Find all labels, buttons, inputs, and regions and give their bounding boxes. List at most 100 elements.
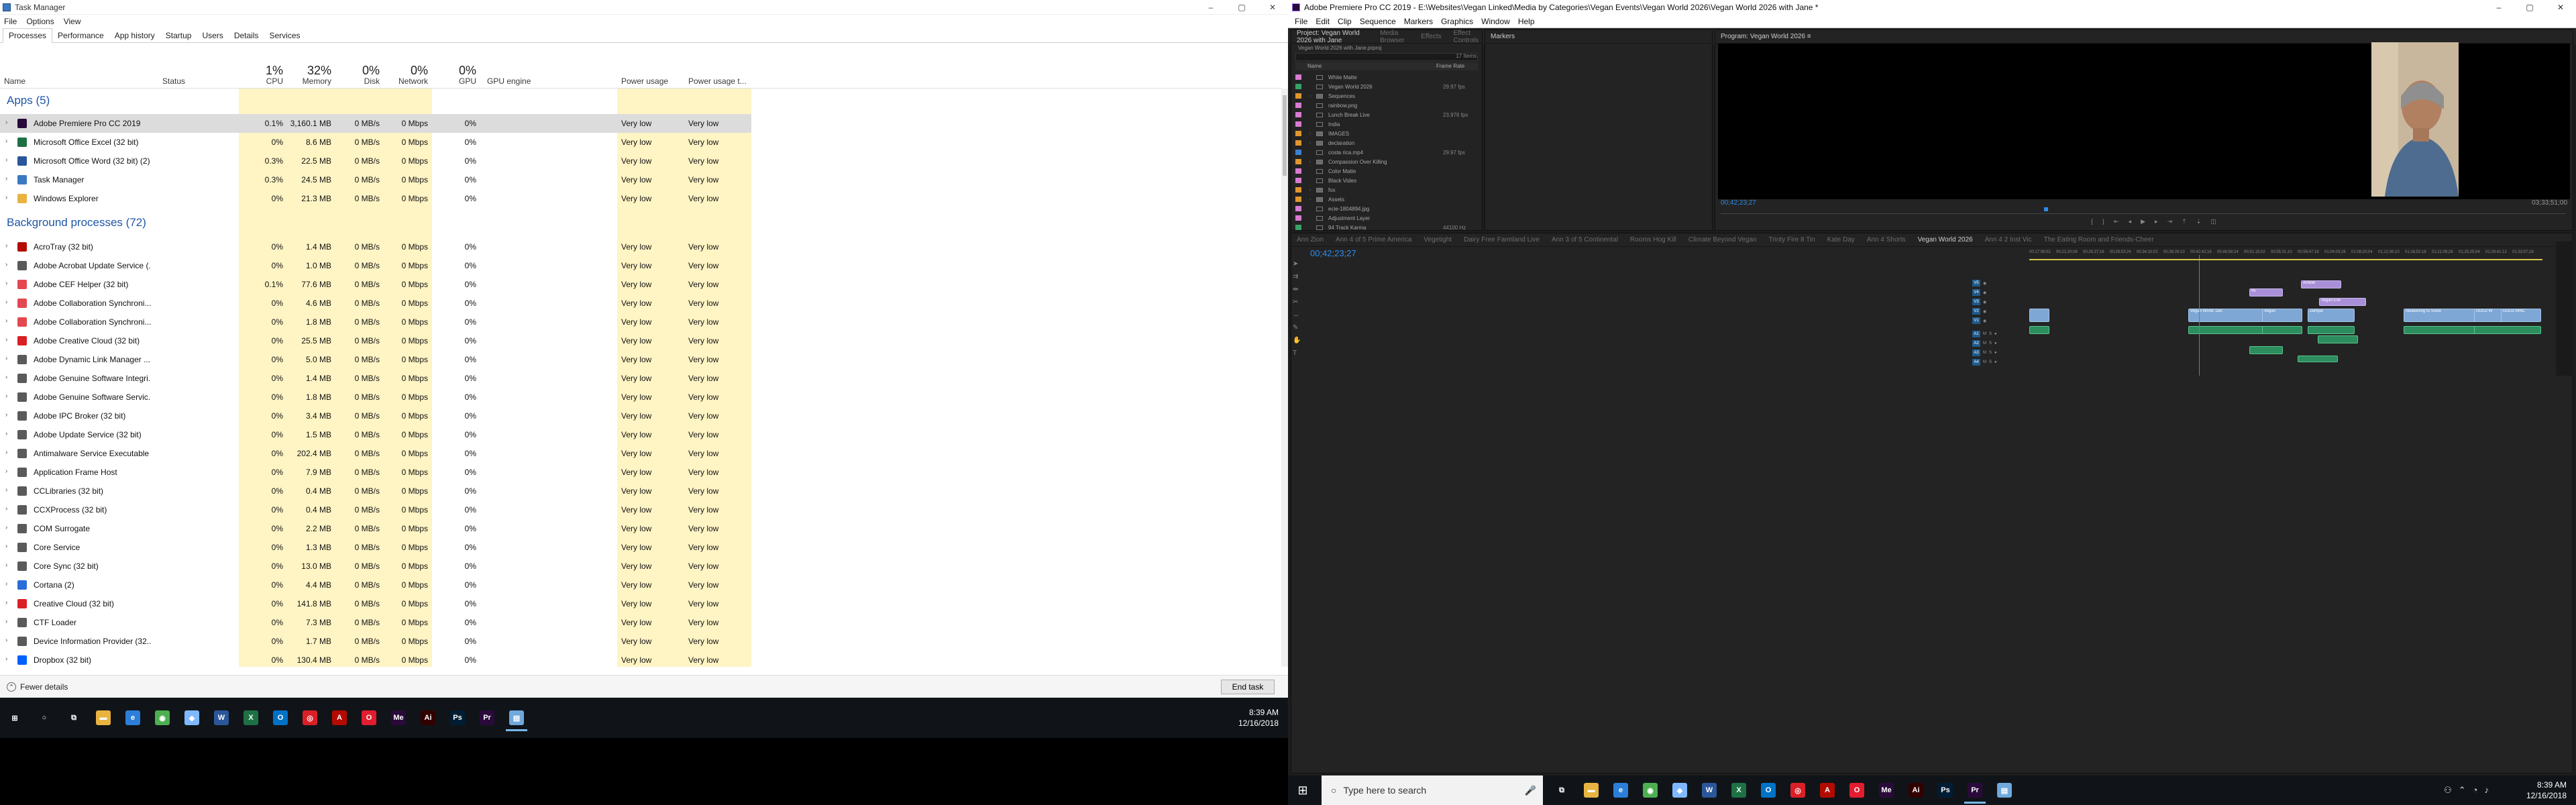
- mark-in-icon[interactable]: {: [2091, 218, 2093, 225]
- tab-app-history[interactable]: App history: [109, 29, 160, 42]
- tab-startup[interactable]: Startup: [160, 29, 197, 42]
- video-track-header[interactable]: V1 ◉: [1972, 317, 2026, 325]
- expand-chevron-icon[interactable]: ›: [5, 242, 7, 250]
- expand-chevron-icon[interactable]: ›: [5, 261, 7, 268]
- process-row[interactable]: › Adobe Genuine Software Integri... 0% 1.4 …: [0, 369, 751, 388]
- step-back-icon[interactable]: ◂: [2129, 218, 2132, 225]
- project-item[interactable]: India: [1295, 120, 1482, 128]
- process-row[interactable]: › Creative Cloud (32 bit) 0% 141.8 MB 0 MB/s…: [0, 594, 751, 613]
- project-tab[interactable]: Effect Controls: [1454, 30, 1482, 44]
- expand-chevron-icon[interactable]: ›: [5, 524, 7, 531]
- store-taskbar-button[interactable]: ◆: [177, 704, 207, 731]
- process-row[interactable]: › Adobe Collaboration Synchroni... 0% 1.8 M…: [0, 313, 751, 331]
- tab-services[interactable]: Services: [264, 29, 306, 42]
- expand-chevron-icon[interactable]: ›: [5, 543, 7, 550]
- tray-volume-icon[interactable]: ♪: [2485, 785, 2489, 796]
- timeline-clip[interactable]: Vegan Eve: [2319, 298, 2366, 306]
- tray-network-icon[interactable]: ◔: [2473, 785, 2478, 796]
- menu-window[interactable]: Window: [1481, 17, 1510, 26]
- expand-chevron-icon[interactable]: ›: [5, 430, 7, 437]
- step-forward-icon[interactable]: ▸: [2155, 218, 2158, 225]
- minimize-button[interactable]: –: [1195, 0, 1226, 15]
- process-row[interactable]: › CCLibraries (32 bit) 0% 0.4 MB 0 MB/s 0 Mbp…: [0, 482, 751, 500]
- process-row[interactable]: › Adobe Genuine Software Servic... 0% 1.8 M…: [0, 388, 751, 407]
- audio-clip[interactable]: [2262, 326, 2302, 334]
- sequence-tab[interactable]: Vegetight: [1424, 236, 1452, 244]
- column-memory[interactable]: 32% Memory: [287, 62, 335, 89]
- menu-graphics[interactable]: Graphics: [1441, 17, 1473, 26]
- expand-chevron-icon[interactable]: ›: [5, 561, 7, 569]
- pen-tool-icon[interactable]: ✎: [1293, 324, 1303, 331]
- microphone-icon[interactable]: ●: [1994, 332, 1997, 336]
- process-list-scrollbar[interactable]: [1281, 89, 1288, 667]
- audio-track-header[interactable]: A4 M S ●: [1972, 358, 2026, 366]
- video-track-header[interactable]: V5 ◉: [1972, 279, 2026, 287]
- sequence-tab[interactable]: Ann 3 of 5 Continental: [1552, 236, 1618, 244]
- project-item[interactable]: Lunch Break Live 23.976 fps: [1295, 111, 1482, 119]
- project-item[interactable]: 94 Track Karma 44100 Hz: [1295, 223, 1482, 231]
- column-disk[interactable]: 0% Disk: [335, 62, 384, 89]
- photoshop-taskbar-button[interactable]: Ps: [443, 704, 472, 731]
- expand-chevron-icon[interactable]: ›: [5, 580, 7, 588]
- expand-chevron-icon[interactable]: ›: [5, 156, 7, 164]
- go-to-in-icon[interactable]: ⇤: [2114, 218, 2119, 225]
- expand-chevron-icon[interactable]: ›: [5, 336, 7, 343]
- excel-taskbar-button[interactable]: X: [236, 704, 266, 731]
- media-encoder-taskbar-button[interactable]: Me: [1872, 777, 1901, 804]
- solo-icon[interactable]: S: [1989, 341, 1992, 345]
- acrobat-taskbar-button[interactable]: A: [325, 704, 354, 731]
- track-select-icon[interactable]: ⇉: [1293, 273, 1303, 280]
- process-row[interactable]: › Adobe Collaboration Synchroni... 0% 4.6 M…: [0, 294, 751, 313]
- sequence-timecode[interactable]: 00;42;23;27: [1310, 248, 1356, 258]
- creative-cloud-taskbar-button[interactable]: ◎: [295, 704, 325, 731]
- hand-tool-icon[interactable]: ✋: [1293, 337, 1303, 344]
- column-gpu[interactable]: 0% GPU: [432, 62, 480, 89]
- fewer-details-button[interactable]: ⌃ Fewer details: [7, 682, 68, 692]
- process-row[interactable]: › Cortana (2) 0% 4.4 MB 0 MB/s 0 Mbps 0% Very l…: [0, 576, 751, 594]
- eye-icon[interactable]: ◉: [1983, 309, 1986, 314]
- audio-clip[interactable]: [2029, 326, 2049, 334]
- eye-icon[interactable]: ◉: [1983, 319, 1986, 323]
- video-track-header[interactable]: V2 ◉: [1972, 307, 2026, 315]
- process-row[interactable]: › Dropbox (32 bit) 0% 130.4 MB 0 MB/s 0 Mbps 0…: [0, 651, 751, 667]
- project-search-input[interactable]: [1295, 53, 1478, 61]
- eye-icon[interactable]: ◉: [1983, 290, 1986, 295]
- audio-clip[interactable]: [2474, 326, 2541, 334]
- expand-chevron-icon[interactable]: ›: [5, 599, 7, 606]
- right-taskbar-clock[interactable]: 8:39 AM 12/16/2018: [2526, 780, 2567, 801]
- timeline-clip[interactable]: Zentyal: [2308, 309, 2355, 322]
- task-view-taskbar-button[interactable]: ⧉: [59, 704, 89, 731]
- expand-chevron-icon[interactable]: ›: [5, 392, 7, 400]
- excel-taskbar-button[interactable]: X: [1724, 777, 1754, 804]
- expand-chevron-icon[interactable]: ›: [5, 355, 7, 362]
- outlook-taskbar-button[interactable]: O: [1754, 777, 1783, 804]
- chrome-taskbar-button[interactable]: ◉: [1635, 777, 1665, 804]
- process-row[interactable]: › Application Frame Host 0% 7.9 MB 0 MB/s 0 M…: [0, 463, 751, 482]
- solo-icon[interactable]: S: [1989, 360, 1992, 364]
- slip-tool-icon[interactable]: ↔: [1293, 311, 1303, 319]
- opera-taskbar-button[interactable]: O: [1842, 777, 1872, 804]
- close-button[interactable]: ✕: [1257, 0, 1288, 15]
- program-time-ruler[interactable]: [1721, 210, 2566, 214]
- tab-processes[interactable]: Processes: [3, 28, 53, 43]
- expand-chevron-icon[interactable]: ›: [5, 119, 7, 126]
- sequence-tab[interactable]: Ann 4 of 5 Prime America: [1336, 236, 1411, 244]
- process-row[interactable]: › AcroTray (32 bit) 0% 1.4 MB 0 MB/s 0 Mbps 0%…: [0, 237, 751, 256]
- task-manager-taskbar-button[interactable]: ▤: [1990, 777, 2019, 804]
- timeline-clip[interactable]: Vegan: [2262, 309, 2302, 322]
- expand-chevron-icon[interactable]: ›: [5, 299, 7, 306]
- column-cpu[interactable]: 1% CPU: [239, 62, 287, 89]
- right-start-button[interactable]: ⊞: [1288, 777, 1318, 804]
- process-row[interactable]: › Microsoft Office Word (32 bit) (2) 0.3% 2…: [0, 152, 751, 170]
- premiere-taskbar-button[interactable]: Pr: [472, 704, 502, 731]
- audio-track-header[interactable]: A3 M S ●: [1972, 349, 2026, 357]
- background-group-header[interactable]: Background processes (72): [7, 216, 146, 229]
- premiere-close-button[interactable]: ✕: [2545, 0, 2576, 15]
- ripple-edit-icon[interactable]: ⇹: [1293, 286, 1303, 293]
- project-tab[interactable]: Effects: [1421, 33, 1441, 40]
- project-item[interactable]: costa rica.mp4 29.97 fps: [1295, 148, 1482, 156]
- cortana-taskbar-button[interactable]: ○: [30, 704, 59, 731]
- acrobat-taskbar-button[interactable]: A: [1813, 777, 1842, 804]
- expand-chevron-icon[interactable]: ›: [5, 637, 7, 644]
- sequence-tab[interactable]: Climate Beyond Vegan: [1688, 236, 1757, 244]
